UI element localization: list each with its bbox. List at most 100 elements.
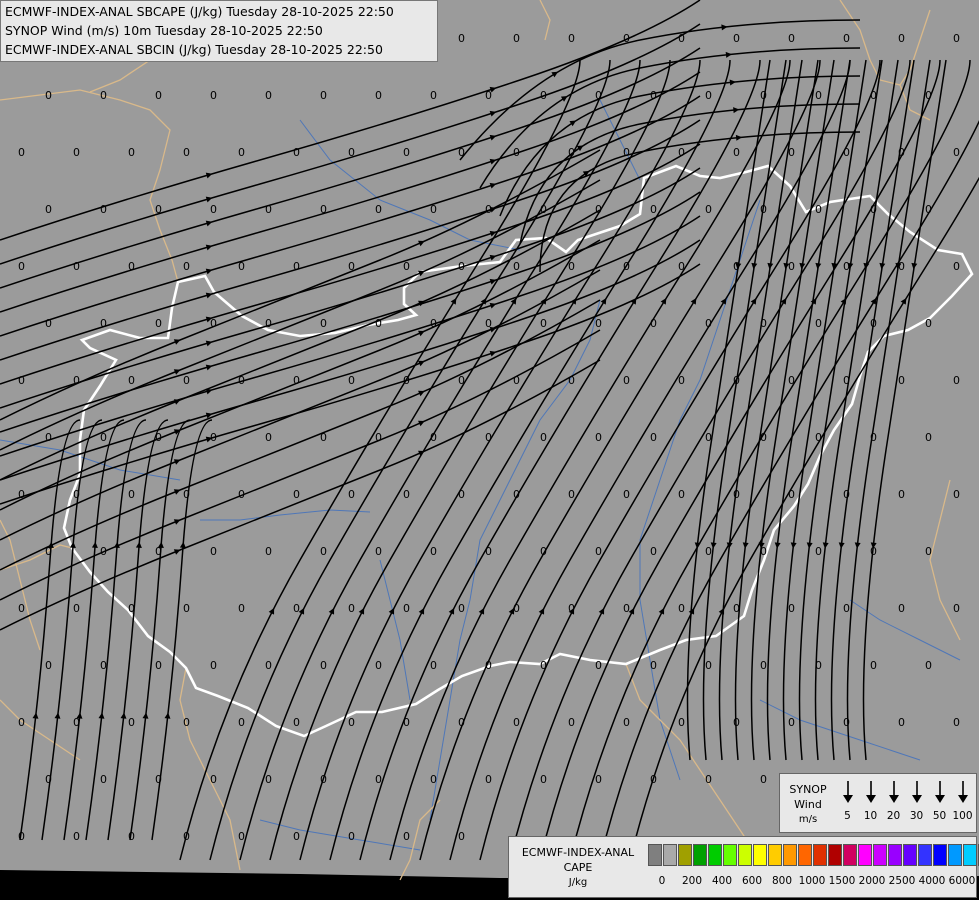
wind-legend-title-2: Wind: [794, 798, 822, 811]
wind-legend-title-1: SYNOP: [789, 783, 827, 796]
cape-value: 0: [155, 317, 162, 330]
cape-value: 0: [788, 602, 795, 615]
cape-value: 0: [843, 488, 850, 501]
cape-value: 0: [45, 89, 52, 102]
cape-value: 0: [128, 602, 135, 615]
cape-value: 0: [568, 602, 575, 615]
cape-value: 0: [595, 317, 602, 330]
cape-value: 0: [45, 659, 52, 672]
cape-value: 0: [403, 488, 410, 501]
cape-value: 0: [18, 260, 25, 273]
cape-value: 0: [348, 374, 355, 387]
cape-value: 0: [430, 773, 437, 786]
cape-value: 0: [155, 545, 162, 558]
cape-color-swatch: [663, 844, 677, 866]
cape-value: 0: [788, 488, 795, 501]
cape-value: 0: [870, 545, 877, 558]
wind-legend-speed: 5: [844, 810, 851, 822]
cape-value: 0: [705, 545, 712, 558]
cape-value: 0: [458, 32, 465, 45]
cape-value: 0: [485, 317, 492, 330]
cape-color-swatch: [813, 844, 827, 866]
cape-value: 0: [100, 659, 107, 672]
cape-scale-label: 800: [771, 875, 793, 887]
cape-value: 0: [375, 545, 382, 558]
cape-value: 0: [788, 716, 795, 729]
cape-value: 0: [100, 773, 107, 786]
cape-value: 0: [210, 545, 217, 558]
cape-value: 0: [898, 146, 905, 159]
cape-value: 0: [925, 89, 932, 102]
cape-value: 0: [843, 374, 850, 387]
cape-value: 0: [760, 545, 767, 558]
cape-value: 0: [45, 545, 52, 558]
cape-value: 0: [293, 830, 300, 843]
cape-value: 0: [403, 830, 410, 843]
cape-value: 0: [678, 260, 685, 273]
cape-value: 0: [705, 317, 712, 330]
cape-value: 0: [320, 317, 327, 330]
wind-legend: SYNOP Wind m/s 5 10 20 30 50 100: [779, 773, 977, 833]
cape-value: 0: [513, 602, 520, 615]
cape-color-swatch: [843, 844, 857, 866]
cape-scale-label: 0: [658, 875, 666, 887]
cape-value: 0: [348, 602, 355, 615]
cape-legend: ECMWF-INDEX-ANAL CAPE J/kg 0 200 400 600 800…: [508, 836, 979, 898]
cape-value: 0: [925, 203, 932, 216]
cape-value: 0: [733, 374, 740, 387]
cape-value: 0: [265, 203, 272, 216]
cape-scale-label: 1500: [828, 875, 856, 887]
wind-legend-arrow-icon: [889, 781, 899, 803]
cape-value: 0: [348, 488, 355, 501]
cape-value: 0: [705, 203, 712, 216]
cape-value: 0: [513, 32, 520, 45]
cape-value: 0: [128, 716, 135, 729]
cape-color-swatch: [753, 844, 767, 866]
cape-value: 0: [678, 32, 685, 45]
cape-value: 0: [485, 659, 492, 672]
cape-value: 0: [458, 602, 465, 615]
cape-value: 0: [100, 203, 107, 216]
cape-value: 0: [100, 89, 107, 102]
cape-value: 0: [485, 89, 492, 102]
cape-value: 0: [155, 89, 162, 102]
cape-value: 0: [870, 659, 877, 672]
cape-value: 0: [595, 659, 602, 672]
cape-value: 0: [678, 146, 685, 159]
cape-value: 0: [320, 203, 327, 216]
cape-value: 0: [320, 89, 327, 102]
cape-value: 0: [595, 545, 602, 558]
cape-color-swatch: [873, 844, 887, 866]
cape-value: 0: [183, 488, 190, 501]
cape-value: 0: [925, 431, 932, 444]
cape-value: 0: [650, 431, 657, 444]
cape-value: 0: [815, 659, 822, 672]
cape-value: 0: [953, 602, 960, 615]
cape-value: 0: [293, 146, 300, 159]
cape-value: 0: [73, 488, 80, 501]
cape-scale-label: 600: [741, 875, 763, 887]
cape-value: 0: [45, 317, 52, 330]
cape-value: 0: [45, 203, 52, 216]
cape-value: 0: [678, 488, 685, 501]
title-cape: ECMWF-INDEX-ANAL SBCAPE (J/kg) Tuesday 2…: [5, 4, 394, 19]
cape-value: 0: [733, 146, 740, 159]
cape-value: 0: [953, 374, 960, 387]
cape-value: 0: [45, 431, 52, 444]
cape-value: 0: [348, 260, 355, 273]
cape-value: 0: [733, 32, 740, 45]
wind-legend-speed: 30: [909, 810, 924, 822]
map-title-box: ECMWF-INDEX-ANAL SBCAPE (J/kg) Tuesday 2…: [0, 0, 438, 62]
cape-color-swatch: [798, 844, 812, 866]
cape-value: 0: [183, 374, 190, 387]
cape-value: 0: [733, 260, 740, 273]
cape-value: 0: [898, 260, 905, 273]
cape-color-swatch: [903, 844, 917, 866]
cape-value: 0: [73, 830, 80, 843]
cape-value: 0: [210, 659, 217, 672]
cape-value: 0: [375, 317, 382, 330]
cape-value: 0: [678, 374, 685, 387]
cape-value: 0: [595, 203, 602, 216]
cape-value: 0: [265, 545, 272, 558]
cape-value: 0: [128, 146, 135, 159]
